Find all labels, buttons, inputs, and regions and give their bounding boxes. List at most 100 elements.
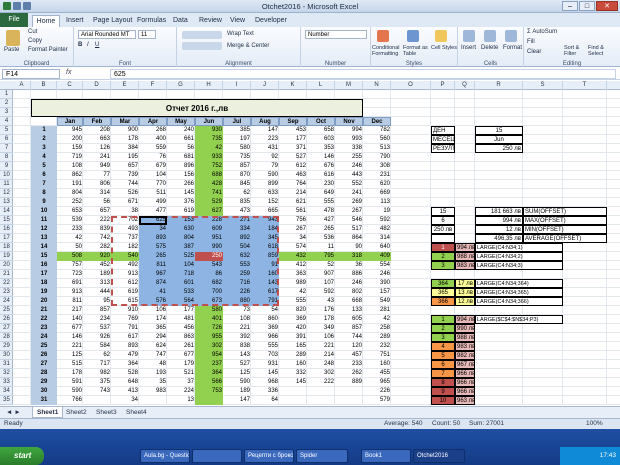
data-cell[interactable]: 579 [363,396,391,405]
data-cell[interactable]: 533 [167,288,195,297]
data-cell[interactable]: 90 [335,243,363,252]
data-cell[interactable]: 126 [83,144,111,153]
delete-button[interactable]: Delete [481,45,498,51]
data-cell[interactable]: 177 [279,135,307,144]
large-formula[interactable]: LARGE(C4:N34;1) [475,243,563,252]
data-cell[interactable]: 862 [57,171,83,180]
data-cell[interactable]: 857 [335,324,363,333]
data-cell[interactable]: 268 [139,126,167,135]
report-title[interactable]: Отчет 2016 г.,лв [31,99,363,117]
data-cell[interactable]: 413 [111,387,139,396]
data-cell[interactable]: 41 [139,288,167,297]
data-cell[interactable]: 744 [335,333,363,342]
tab-view[interactable]: View [230,15,245,27]
data-cell[interactable]: 178 [307,315,335,324]
insert-button[interactable]: Insert [461,45,476,51]
column-header-t[interactable]: T [563,81,607,90]
data-cell[interactable]: 575 [139,243,167,252]
data-cell[interactable]: 54 [251,306,279,315]
column-header-s[interactable]: S [523,81,563,90]
data-cell[interactable]: 38 [111,207,139,216]
top-value[interactable]: 988 лв [455,333,475,342]
data-cell[interactable]: 621 [279,198,307,207]
row-header-19[interactable]: 19 [0,252,13,261]
day-number[interactable]: 20 [31,297,57,306]
data-cell[interactable]: 691 [57,279,83,288]
top-value[interactable]: 966 лв [455,387,475,396]
day-number[interactable]: 24 [31,333,57,342]
underline-button[interactable]: U [95,42,99,48]
column-header-h[interactable]: H [195,81,223,90]
top-rank[interactable]: 1 [431,315,455,324]
data-cell[interactable]: 255 [335,153,363,162]
data-cell[interactable]: 336 [251,387,279,396]
data-cell[interactable]: 353 [307,144,335,153]
data-cell[interactable]: 195 [111,153,139,162]
data-cell[interactable]: 717 [83,360,111,369]
data-cell[interactable]: 864 [335,234,363,243]
data-cell[interactable]: 632 [223,252,251,261]
data-cell[interactable]: 222 [83,216,111,225]
day-number[interactable]: 26 [31,351,57,360]
data-cell[interactable]: 954 [195,351,223,360]
data-cell[interactable]: 966 [251,333,279,342]
data-cell[interactable]: 145 [279,378,307,387]
insert-cells-icon[interactable] [463,30,475,42]
data-cell[interactable]: 990 [195,243,223,252]
large-rank[interactable]: 3 [431,261,455,270]
data-cell[interactable]: 757 [57,261,83,270]
delete-cells-icon[interactable] [484,30,496,42]
data-cell[interactable]: 943 [251,216,279,225]
row-header-12[interactable]: 12 [0,189,13,198]
data-cell[interactable]: 125 [223,369,251,378]
data-cell[interactable]: 246 [335,162,363,171]
data-cell[interactable]: 968 [251,378,279,387]
column-header-m[interactable]: M [335,81,363,90]
data-cell[interactable]: 618 [251,243,279,252]
data-cell[interactable]: 673 [195,297,223,306]
data-cell[interactable]: 178 [111,135,139,144]
formula-input[interactable]: 625 [110,69,616,79]
data-cell[interactable] [307,387,335,396]
data-cell[interactable]: 250 [195,252,223,261]
sheet-tab-4[interactable]: Sheet4 [122,407,151,418]
data-cell[interactable]: 863 [167,333,195,342]
data-cell[interactable]: 930 [195,126,223,135]
top-rank[interactable]: 2 [431,324,455,333]
column-header-o[interactable]: O [391,81,431,90]
data-cell[interactable]: 365 [139,324,167,333]
data-cell[interactable]: 886 [335,270,363,279]
data-cell[interactable]: 627 [195,207,223,216]
data-cell[interactable]: 945 [57,126,83,135]
day-number[interactable]: 6 [31,171,57,180]
zoom-level[interactable]: 100% [586,419,603,429]
data-cell[interactable]: 412 [279,261,307,270]
offset-result[interactable]: 994 лв [475,216,523,225]
column-header-l[interactable]: L [307,81,335,90]
day-number[interactable]: 17 [31,270,57,279]
row-header-9[interactable]: 9 [0,162,13,171]
month-label[interactable]: МЕСЕЦ [431,135,455,144]
data-cell[interactable]: 478 [307,207,335,216]
data-cell[interactable]: 345 [251,234,279,243]
data-cell[interactable]: 261 [167,342,195,351]
top-value[interactable]: 963 лв [455,396,475,405]
data-cell[interactable]: 913 [111,270,139,279]
top-value[interactable]: 966 лв [455,378,475,387]
data-cell[interactable]: 677 [57,324,83,333]
large-rank[interactable]: 2 [431,252,455,261]
top-rank[interactable]: 3 [431,333,455,342]
data-cell[interactable]: 392 [223,333,251,342]
data-cell[interactable]: 525 [167,252,195,261]
data-cell[interactable]: 313 [83,279,111,288]
top-value[interactable]: 967 лв [455,360,475,369]
column-header-d[interactable]: D [83,81,111,90]
data-cell[interactable]: 104 [139,171,167,180]
data-cell[interactable]: 427 [307,216,335,225]
data-cell[interactable]: 48 [139,360,167,369]
top-rank[interactable]: 4 [431,342,455,351]
data-cell[interactable]: 549 [363,297,391,306]
format-as-table-button[interactable]: Format as Table [403,45,429,57]
data-cell[interactable]: 657 [111,162,139,171]
data-cell[interactable]: 612 [279,162,307,171]
